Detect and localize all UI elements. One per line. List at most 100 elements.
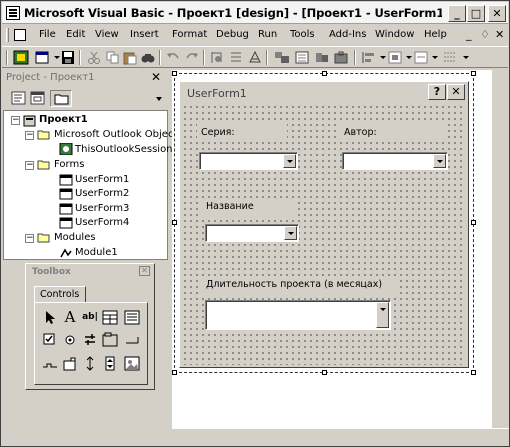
resize-handle[interactable] [172,370,177,375]
image-icon[interactable] [123,355,141,372]
minimize-button[interactable]: _ [448,5,466,22]
resize-handle[interactable] [471,220,476,225]
menu-debug[interactable]: Debug [216,29,249,40]
togglebutton-icon[interactable] [81,331,99,348]
tree-node-userform1[interactable]: UserForm1 [75,174,129,185]
tree-node-this-outlook-session[interactable]: ThisOutlookSession [75,144,173,155]
mdi-close-button[interactable]: ✕ [495,28,504,41]
checkbox-icon[interactable] [41,331,59,348]
userform1[interactable]: UserForm1 ? ✕ Серия: Автор: Название Дли… [179,81,469,368]
project-explorer-icon[interactable] [274,50,290,65]
tab-controls[interactable]: Controls [34,286,86,303]
undo-icon[interactable] [165,50,181,65]
frame-icon[interactable] [101,331,119,348]
view-excel-icon[interactable] [13,50,29,65]
label-series[interactable]: Серия: [197,124,287,142]
copy-icon[interactable] [105,50,121,65]
document-icon[interactable] [14,29,26,41]
break-icon[interactable] [228,50,244,65]
menu-add-ins[interactable]: Add-Ins [329,29,366,40]
object-browser-icon[interactable] [314,50,330,65]
label-duration[interactable]: Длительность проекта (в месяцах) [202,276,400,294]
horizontal-scrollbar[interactable] [172,428,509,446]
dropdown-arrow-icon[interactable] [427,50,443,65]
spinbutton-icon[interactable] [101,355,119,372]
tree-node-module1[interactable]: Module1 [75,247,118,258]
chevron-down-icon[interactable] [155,95,163,103]
userform-client-area[interactable]: Серия: Автор: Название Длительность прое… [182,104,466,365]
menubar-grip[interactable] [6,28,9,42]
tree-node-forms[interactable]: Forms [54,159,84,170]
design-mode-icon[interactable] [247,50,263,65]
cut-icon[interactable] [86,50,102,65]
listbox-icon[interactable] [123,309,141,326]
chevron-down-icon[interactable] [283,154,296,168]
zoom-icon[interactable] [442,50,458,65]
userform-titlebar[interactable]: UserForm1 [182,84,466,102]
scrollbar-icon[interactable] [81,355,99,372]
dropdown-arrow-icon[interactable] [458,50,474,65]
vertical-scrollbar[interactable] [491,70,509,428]
tree-node-userform3[interactable]: UserForm3 [75,203,129,214]
redo-icon[interactable] [184,50,200,65]
toolbox-titlebar[interactable]: Toolbox [28,266,152,279]
label-icon[interactable]: A [61,309,79,326]
toolbox-close-button[interactable]: ✕ [139,266,150,276]
menu-format[interactable]: Format [172,29,207,40]
commandbutton-icon[interactable] [123,331,141,348]
combobox-icon[interactable] [101,309,119,326]
paste-icon[interactable] [122,50,138,65]
collapse-toggle[interactable]: − [25,234,34,243]
project-explorer-title[interactable]: Project - Проект1 [2,70,168,86]
multipage-icon[interactable] [61,355,79,372]
tree-node-userform4[interactable]: UserForm4 [75,217,129,228]
menu-tools[interactable]: Tools [290,29,315,40]
toggle-folders-button[interactable] [50,90,72,107]
pointer-icon[interactable] [41,309,59,326]
combobox-author[interactable] [342,152,448,170]
project-explorer-close-button[interactable]: ✕ [151,70,161,84]
menu-window[interactable]: Window [375,29,414,40]
collapse-toggle[interactable]: − [11,116,20,125]
chevron-down-icon[interactable] [433,154,446,168]
textbox-icon[interactable]: ab| [81,309,99,326]
resize-handle[interactable] [172,220,177,225]
title-bar[interactable]: Microsoft Visual Basic - Проект1 [design… [2,2,508,24]
menu-file[interactable]: File [39,29,56,40]
collapse-toggle[interactable]: − [25,131,34,140]
combobox-series[interactable] [199,152,298,170]
label-author[interactable]: Автор: [340,124,447,142]
properties-window-icon[interactable] [294,50,310,65]
collapse-toggle[interactable]: − [25,161,34,170]
tree-node-outlook-objects[interactable]: Microsoft Outlook Object [54,129,177,140]
vb-app-icon[interactable] [6,6,20,20]
resize-handle[interactable] [322,370,327,375]
chevron-down-icon[interactable] [284,226,297,240]
run-icon[interactable] [209,50,225,65]
close-button[interactable]: ✕ [488,5,506,22]
toolbox-icon[interactable] [333,50,349,65]
combobox-duration[interactable] [205,300,391,330]
project-tree[interactable]: − Проект1 − Microsoft Outlook Object Thi… [3,110,177,260]
optionbutton-icon[interactable] [61,331,79,348]
help-button[interactable]: ? [428,84,446,100]
view-code-icon[interactable] [11,91,27,105]
tabstrip-icon[interactable] [41,355,59,372]
menu-view[interactable]: View [95,29,119,40]
menu-help[interactable]: Help [424,29,447,40]
resize-handle[interactable] [471,370,476,375]
label-name[interactable]: Название [202,198,298,216]
view-object-icon[interactable] [30,91,46,105]
tree-node-userform2[interactable]: UserForm2 [75,188,129,199]
menu-edit[interactable]: Edit [66,29,85,40]
menu-run[interactable]: Run [258,29,277,40]
resize-handle[interactable] [322,71,327,76]
save-icon[interactable] [60,50,76,65]
mdi-restore-button[interactable]: ♢ [480,28,490,41]
toolbar-grip[interactable] [6,50,8,65]
resize-handle[interactable] [471,71,476,76]
chevron-down-icon[interactable] [376,302,389,328]
combobox-name[interactable] [205,224,299,242]
userform-close-button[interactable]: ✕ [447,84,465,100]
find-icon[interactable] [140,50,156,65]
